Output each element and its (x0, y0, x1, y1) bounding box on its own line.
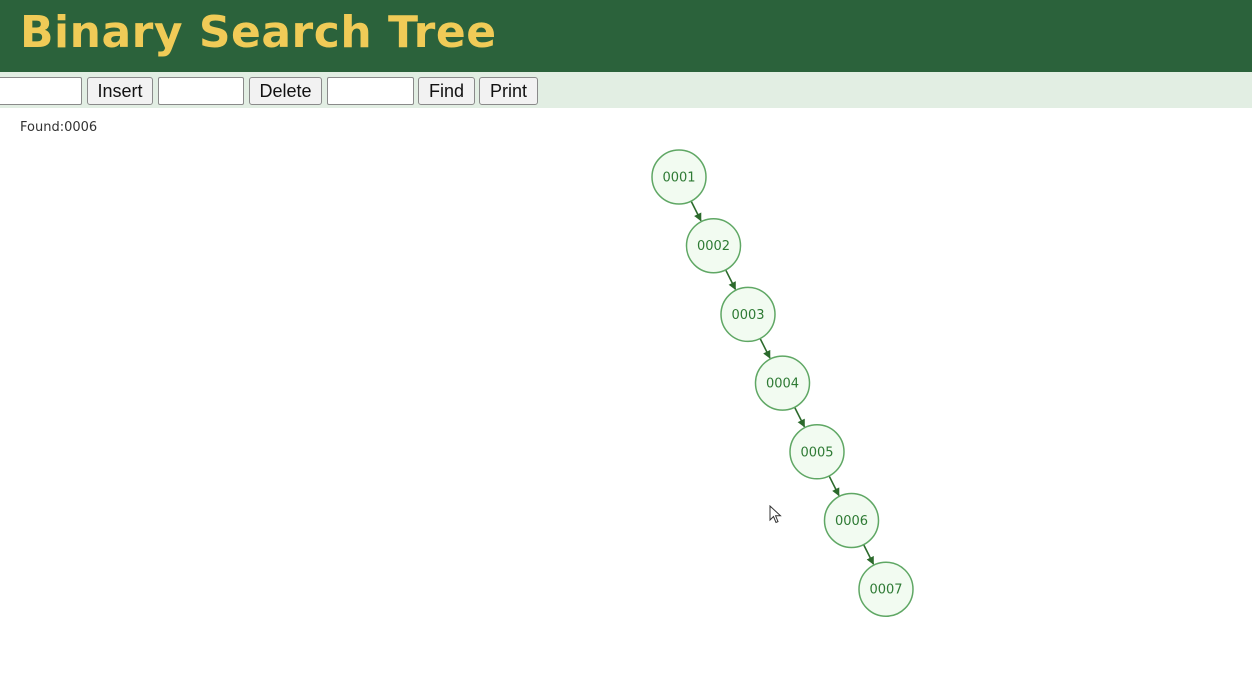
tree-node-0006[interactable]: 0006 (823, 492, 880, 549)
tree-node-label: 0003 (731, 308, 764, 323)
tree-edge-0006-0007 (862, 544, 875, 565)
tree-node-0002[interactable]: 0002 (685, 217, 742, 274)
tree-edge-0004-0005 (793, 406, 806, 428)
tree-edge-0001-0002 (690, 200, 702, 222)
tree-node-label: 0002 (697, 239, 730, 254)
tree-node-0001[interactable]: 0001 (651, 149, 707, 205)
tree-node-label: 0005 (800, 445, 833, 460)
tree-edge-0003-0004 (759, 338, 771, 359)
tree-node-label: 0001 (662, 171, 695, 186)
tree-nodes: 0001 0002 0003 0004 0005 0006 0007 (651, 149, 914, 617)
tree-edge-0002-0003 (724, 269, 737, 291)
tree-node-0007[interactable]: 0007 (858, 561, 914, 617)
tree-node-label: 0004 (766, 377, 799, 392)
tree-node-0004[interactable]: 0004 (754, 355, 811, 411)
tree-node-0005[interactable]: 0005 (789, 424, 845, 480)
tree-edge-0005-0006 (828, 475, 840, 497)
tree-node-label: 0007 (869, 583, 902, 598)
tree-node-label: 0006 (835, 514, 868, 529)
tree-node-0003[interactable]: 0003 (720, 286, 776, 343)
mouse-pointer-icon (769, 505, 782, 524)
tree-canvas: 0001 0002 0003 0004 0005 0006 0007 (651, 149, 914, 617)
